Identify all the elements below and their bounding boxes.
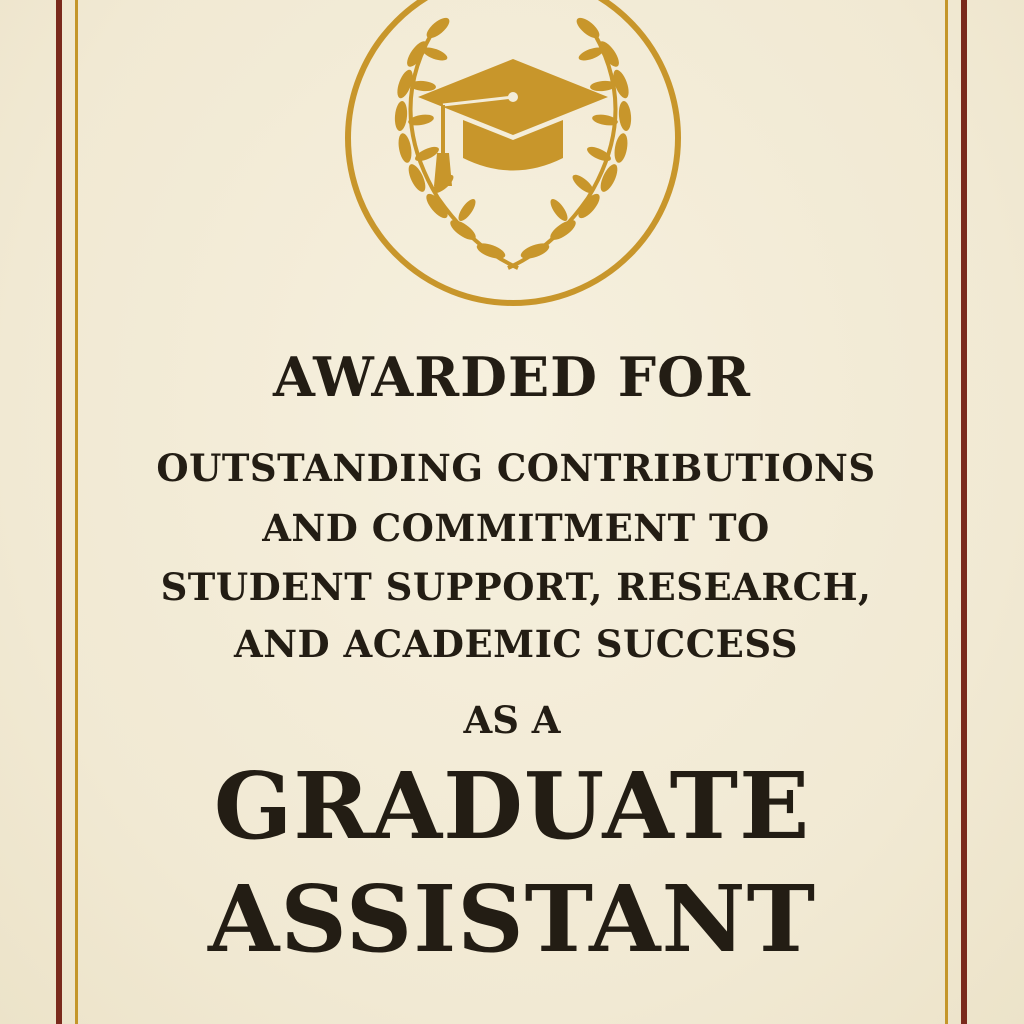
reason-line-4: AND ACADEMIC SUCCESS bbox=[234, 622, 798, 666]
graduation-cap-laurel-seal-icon bbox=[345, 0, 681, 306]
title-line-2: ASSISTANT bbox=[207, 865, 817, 973]
title-line-1: GRADUATE bbox=[213, 752, 811, 860]
reason-line-3: STUDENT SUPPORT, RESEARCH, bbox=[160, 565, 872, 609]
reason-line-1: OUTSTANDING CONTRIBUTIONS bbox=[156, 446, 876, 490]
reason-line-2: AND COMMITMENT TO bbox=[262, 506, 770, 550]
awarded-for-heading: AWARDED FOR bbox=[272, 345, 752, 409]
as-a-text: AS A bbox=[463, 698, 561, 742]
